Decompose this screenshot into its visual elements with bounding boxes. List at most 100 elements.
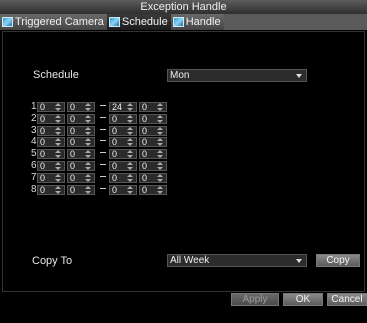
copy-to-label: Copy To xyxy=(32,255,73,267)
end-minute-spinner[interactable]: 0 xyxy=(139,184,167,195)
range-dash xyxy=(100,175,106,177)
end-hour-spinner-value: 0 xyxy=(112,113,118,124)
end-hour-spinner[interactable]: 0 xyxy=(109,161,137,171)
start-minute-spinner[interactable]: 0 xyxy=(67,149,95,160)
start-hour-spinner[interactable]: 0 xyxy=(37,102,65,112)
start-minute-spinner-value: 0 xyxy=(70,113,76,124)
copy-to-select[interactable]: All Week xyxy=(167,254,307,267)
end-hour-spinner[interactable]: 0 xyxy=(109,137,137,148)
tab-triggered-camera[interactable]: Triggered Camera xyxy=(0,14,107,30)
spin-arrows-icon xyxy=(55,138,61,147)
end-minute-spinner-value: 0 xyxy=(142,184,148,195)
tab-handle[interactable]: Handle xyxy=(170,14,224,30)
apply-button[interactable]: Apply xyxy=(231,293,279,306)
tab-schedule[interactable]: Schedule xyxy=(106,14,171,30)
spin-arrows-icon xyxy=(85,114,91,123)
end-hour-spinner-value: 24 xyxy=(112,102,123,112)
spin-arrows-icon xyxy=(85,173,91,182)
range-dash xyxy=(100,152,106,154)
start-hour-spinner-value: 0 xyxy=(40,161,46,171)
start-minute-spinner-value: 0 xyxy=(70,161,76,171)
spin-arrows-icon xyxy=(157,150,163,159)
start-hour-spinner-value: 0 xyxy=(40,125,46,136)
range-dash xyxy=(100,140,106,142)
end-minute-spinner[interactable]: 0 xyxy=(139,137,167,148)
spin-arrows-icon xyxy=(127,173,133,182)
spin-arrows-icon xyxy=(127,150,133,159)
spin-arrows-icon xyxy=(127,138,133,147)
start-hour-spinner[interactable]: 0 xyxy=(37,184,65,195)
end-minute-spinner[interactable]: 0 xyxy=(139,172,167,183)
cancel-button[interactable]: Cancel xyxy=(327,293,367,306)
spin-arrows-icon xyxy=(127,126,133,135)
spin-arrows-icon xyxy=(157,185,163,194)
start-minute-spinner[interactable]: 0 xyxy=(67,125,95,136)
start-minute-spinner[interactable]: 0 xyxy=(67,161,95,171)
spin-arrows-icon xyxy=(85,185,91,194)
button-bar: Apply OK Cancel xyxy=(0,293,367,323)
spin-arrows-icon xyxy=(85,138,91,147)
end-hour-spinner-value: 0 xyxy=(112,172,118,183)
picture-icon xyxy=(108,17,120,27)
end-minute-spinner[interactable]: 0 xyxy=(139,161,167,171)
end-hour-spinner[interactable]: 0 xyxy=(109,149,137,160)
ok-button[interactable]: OK xyxy=(283,293,323,306)
end-hour-spinner[interactable]: 0 xyxy=(109,172,137,183)
start-hour-spinner-value: 0 xyxy=(40,184,46,195)
end-minute-spinner-value: 0 xyxy=(142,125,148,136)
start-minute-spinner[interactable]: 0 xyxy=(67,172,95,183)
spin-arrows-icon xyxy=(55,162,61,170)
spin-arrows-icon xyxy=(55,173,61,182)
copy-to-select-value: All Week xyxy=(170,255,210,266)
start-hour-spinner-value: 0 xyxy=(40,137,46,148)
start-minute-spinner[interactable]: 0 xyxy=(67,137,95,148)
start-minute-spinner[interactable]: 0 xyxy=(67,113,95,124)
start-minute-spinner-value: 0 xyxy=(70,172,76,183)
spin-arrows-icon xyxy=(55,150,61,159)
end-minute-spinner[interactable]: 0 xyxy=(139,102,167,112)
spin-arrows-icon xyxy=(55,114,61,123)
start-hour-spinner[interactable]: 0 xyxy=(37,137,65,148)
start-minute-spinner[interactable]: 0 xyxy=(67,102,95,112)
end-minute-spinner-value: 0 xyxy=(142,172,148,183)
spin-arrows-icon xyxy=(157,173,163,182)
end-hour-spinner[interactable]: 0 xyxy=(109,125,137,136)
end-minute-spinner-value: 0 xyxy=(142,113,148,124)
start-hour-spinner[interactable]: 0 xyxy=(37,125,65,136)
spin-arrows-icon xyxy=(85,162,91,170)
start-hour-spinner-value: 0 xyxy=(40,113,46,124)
end-hour-spinner-value: 0 xyxy=(112,161,118,171)
start-minute-spinner-value: 0 xyxy=(70,184,76,195)
end-minute-spinner-value: 0 xyxy=(142,102,148,112)
chevron-down-icon xyxy=(296,259,302,263)
start-hour-spinner[interactable]: 0 xyxy=(37,161,65,171)
tab-label: Triggered Camera xyxy=(15,16,104,28)
start-hour-spinner[interactable]: 0 xyxy=(37,113,65,124)
spin-arrows-icon xyxy=(85,126,91,135)
copy-button[interactable]: Copy xyxy=(316,254,360,267)
spin-arrows-icon xyxy=(55,126,61,135)
end-minute-spinner[interactable]: 0 xyxy=(139,125,167,136)
spin-arrows-icon xyxy=(127,162,133,170)
start-minute-spinner-value: 0 xyxy=(70,137,76,148)
end-hour-spinner[interactable]: 0 xyxy=(109,184,137,195)
day-select-value: Mon xyxy=(170,70,190,81)
end-hour-spinner[interactable]: 0 xyxy=(109,113,137,124)
spin-arrows-icon xyxy=(157,162,163,170)
start-minute-spinner[interactable]: 0 xyxy=(67,184,95,195)
range-dash xyxy=(100,164,106,165)
spin-arrows-icon xyxy=(85,103,91,111)
start-hour-spinner-value: 0 xyxy=(40,149,46,160)
range-dash xyxy=(100,187,106,189)
day-select[interactable]: Mon xyxy=(167,69,307,82)
chevron-down-icon xyxy=(296,74,302,78)
end-minute-spinner[interactable]: 0 xyxy=(139,113,167,124)
end-minute-spinner[interactable]: 0 xyxy=(139,149,167,160)
spin-arrows-icon xyxy=(157,138,163,147)
tab-label: Schedule xyxy=(121,16,168,28)
start-hour-spinner[interactable]: 0 xyxy=(37,172,65,183)
spin-arrows-icon xyxy=(157,103,163,111)
start-hour-spinner[interactable]: 0 xyxy=(37,149,65,160)
end-minute-spinner-value: 0 xyxy=(142,149,148,160)
end-hour-spinner[interactable]: 24 xyxy=(109,102,137,112)
